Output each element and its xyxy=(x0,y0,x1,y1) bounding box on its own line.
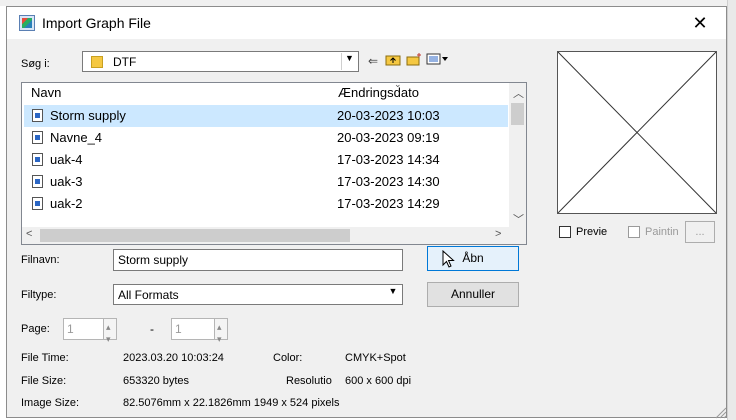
painting-checkbox[interactable] xyxy=(628,226,640,238)
list-item[interactable]: uak-2 17-03-2023 14:29 xyxy=(24,193,508,215)
preview-placeholder-icon xyxy=(557,51,717,214)
file-name: Navne_4 xyxy=(50,130,103,145)
page-from-spinner[interactable]: 1 xyxy=(63,317,117,349)
open-button[interactable]: Åbn xyxy=(427,246,519,271)
file-time-value: 2023.03.20 10:03:24 xyxy=(123,352,224,364)
preview-box xyxy=(557,51,717,214)
filename-label: Filnavn: xyxy=(21,254,60,266)
preview-checkbox-label: Previe xyxy=(576,226,608,238)
lookin-value: DTF xyxy=(113,55,137,69)
file-name: uak-2 xyxy=(50,196,83,211)
back-icon[interactable]: ⇐ xyxy=(364,52,382,70)
color-value: CMYK+Spot xyxy=(345,352,406,364)
file-icon xyxy=(32,109,43,122)
list-item[interactable]: uak-3 17-03-2023 14:30 xyxy=(24,171,508,193)
page-range-dash: - xyxy=(150,322,154,336)
vertical-scrollbar[interactable]: ︿ ﹀ xyxy=(509,83,526,227)
dialog-title: Import Graph File xyxy=(42,15,151,31)
view-menu-icon[interactable] xyxy=(425,52,451,70)
cancel-button-label: Annuller xyxy=(450,287,496,301)
resize-grip-icon[interactable] xyxy=(713,405,727,419)
preview-checkbox[interactable] xyxy=(559,226,571,238)
file-size-label: File Size: xyxy=(21,375,67,387)
color-label: Color: xyxy=(273,352,303,364)
page-to-stepper-icon[interactable] xyxy=(214,317,227,349)
column-header-name[interactable]: Navn xyxy=(31,85,61,100)
scroll-down-icon[interactable]: ﹀ xyxy=(513,211,524,227)
filetype-combo[interactable]: All Formats ▼ xyxy=(113,284,403,305)
horizontal-scroll-thumb[interactable] xyxy=(40,229,350,242)
folder-icon xyxy=(91,56,103,68)
file-icon xyxy=(32,131,43,144)
scroll-right-icon[interactable]: > xyxy=(495,228,501,240)
horizontal-scrollbar[interactable]: < > xyxy=(22,227,526,244)
up-folder-icon[interactable] xyxy=(384,52,402,70)
lookin-combo[interactable]: DTF ▼ xyxy=(82,51,359,72)
painting-options-button[interactable]: ... xyxy=(685,221,715,243)
page-from-stepper-icon[interactable] xyxy=(103,317,116,349)
sort-indicator-icon: ⌄ xyxy=(394,79,402,89)
file-date: 17-03-2023 14:29 xyxy=(337,196,440,211)
image-size-label: Image Size: xyxy=(21,397,80,409)
vertical-scroll-thumb[interactable] xyxy=(511,103,524,125)
image-size-value: 82.5076mm x 22.1826mm 1949 x 524 pixels xyxy=(123,397,340,409)
file-icon xyxy=(32,175,43,188)
dropdown-arrow-icon[interactable]: ▼ xyxy=(341,53,357,70)
page-to-spinner[interactable]: 1 xyxy=(171,317,228,349)
open-button-label: Åbn xyxy=(462,251,484,265)
file-name: uak-4 xyxy=(50,152,83,167)
filetype-value: All Formats xyxy=(118,288,179,302)
title-bar[interactable]: Import Graph File ✕ xyxy=(7,7,726,39)
file-size-value: 653320 bytes xyxy=(123,375,190,387)
file-icon xyxy=(32,197,43,210)
file-date: 17-03-2023 14:34 xyxy=(337,152,440,167)
list-item[interactable]: Navne_4 20-03-2023 09:19 xyxy=(24,127,508,149)
new-folder-icon[interactable] xyxy=(405,52,423,70)
filetype-label: Filtype: xyxy=(21,289,57,301)
import-graph-dialog: Import Graph File ✕ Søg i: DTF ▼ ⇐ Navn … xyxy=(6,6,727,419)
page-to-value: 1 xyxy=(175,322,182,336)
list-item[interactable]: uak-4 17-03-2023 14:34 xyxy=(24,149,508,171)
file-list[interactable]: Navn Ændringsdato ⌄ Storm supply 20-03-2… xyxy=(21,79,527,245)
painting-checkbox-label: Paintin xyxy=(645,226,679,238)
file-date: 20-03-2023 09:19 xyxy=(337,130,440,145)
page-from-value: 1 xyxy=(67,322,74,336)
file-time-label: File Time: xyxy=(21,352,69,364)
scroll-up-icon[interactable]: ︿ xyxy=(513,85,524,101)
filename-input[interactable]: Storm supply xyxy=(113,249,403,271)
column-header-date[interactable]: Ændringsdato xyxy=(338,85,419,100)
dropdown-arrow-icon[interactable]: ▼ xyxy=(385,286,401,303)
file-date: 20-03-2023 10:03 xyxy=(337,108,440,123)
file-name: Storm supply xyxy=(50,108,126,123)
background-window-edge xyxy=(727,0,736,420)
page-label: Page: xyxy=(21,323,50,335)
lookin-label: Søg i: xyxy=(21,58,50,70)
mouse-cursor-icon xyxy=(442,250,455,268)
file-name: uak-3 xyxy=(50,174,83,189)
list-item[interactable]: Storm supply 20-03-2023 10:03 xyxy=(24,105,508,127)
resolution-value: 600 x 600 dpi xyxy=(345,375,412,387)
app-icon xyxy=(19,15,35,31)
file-date: 17-03-2023 14:30 xyxy=(337,174,440,189)
close-icon[interactable]: ✕ xyxy=(685,11,715,35)
file-icon xyxy=(32,153,43,166)
resolution-label: Resolutio xyxy=(286,375,332,387)
cancel-button[interactable]: Annuller xyxy=(427,282,519,307)
scroll-left-icon[interactable]: < xyxy=(26,228,32,240)
